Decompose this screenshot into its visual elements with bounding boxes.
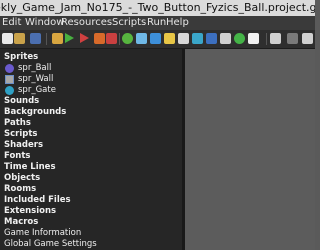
create-timeline-icon[interactable] <box>220 33 231 44</box>
help-icon[interactable] <box>302 33 313 44</box>
create-script-icon[interactable] <box>178 33 189 44</box>
toolbar-separator <box>119 33 120 45</box>
menu-help[interactable]: Help <box>166 16 189 30</box>
tree-folder-time-lines[interactable]: Time Lines <box>4 162 56 173</box>
menu-scripts[interactable]: Scripts <box>112 16 146 30</box>
global-settings-icon[interactable] <box>287 33 298 44</box>
window-title: ekly_Game_Jam_No175_-_Two_Button_Fyzics_… <box>0 1 315 14</box>
tree-folder-included-files[interactable]: Included Files <box>4 195 71 206</box>
tree-item-global-game-settings[interactable]: Global Game Settings <box>4 239 97 250</box>
stop-icon[interactable] <box>94 33 105 44</box>
toolbar-separator <box>46 33 47 45</box>
tree-folder-fonts[interactable]: Fonts <box>4 151 30 162</box>
tree-folder-backgrounds[interactable]: Backgrounds <box>4 107 66 118</box>
resource-tree: Sprites spr_Ball spr_Wall spr_Gate Sound… <box>0 49 182 250</box>
package-icon[interactable] <box>52 33 63 44</box>
menu-edit[interactable]: Edit <box>2 16 21 30</box>
create-background-icon[interactable] <box>150 33 161 44</box>
ball-sprite-icon <box>5 64 14 73</box>
gate-sprite-icon <box>5 86 14 95</box>
tree-item-spr-ball[interactable]: spr_Ball <box>18 63 51 74</box>
create-font-icon[interactable] <box>206 33 217 44</box>
menu-window[interactable]: Window <box>25 16 64 30</box>
wall-sprite-icon <box>5 75 14 84</box>
workspace-area <box>185 49 315 250</box>
clean-icon[interactable] <box>106 33 117 44</box>
tree-folder-shaders[interactable]: Shaders <box>4 140 43 151</box>
tree-folder-macros[interactable]: Macros <box>4 217 38 228</box>
tree-item-spr-gate[interactable]: spr_Gate <box>18 85 56 96</box>
new-project-icon[interactable] <box>2 33 13 44</box>
tree-folder-extensions[interactable]: Extensions <box>4 206 56 217</box>
create-shader-icon[interactable] <box>192 33 203 44</box>
create-object-icon[interactable] <box>234 33 245 44</box>
toolbar-separator <box>266 33 267 45</box>
menu-run[interactable]: Run <box>147 16 166 30</box>
debug-icon[interactable] <box>80 33 89 43</box>
create-path-icon[interactable] <box>164 33 175 44</box>
toolbar <box>0 30 315 49</box>
tree-folder-rooms[interactable]: Rooms <box>4 184 36 195</box>
create-sprite-icon[interactable] <box>122 33 133 44</box>
tree-item-spr-wall[interactable]: spr_Wall <box>18 74 53 85</box>
tree-folder-paths[interactable]: Paths <box>4 118 31 129</box>
game-information-icon[interactable] <box>270 33 281 44</box>
menu-bar: Edit Window Resources Scripts Run Help <box>0 16 315 30</box>
save-icon[interactable] <box>30 33 41 44</box>
open-project-icon[interactable] <box>14 33 25 44</box>
create-room-icon[interactable] <box>248 33 259 44</box>
tree-folder-objects[interactable]: Objects <box>4 173 40 184</box>
tree-folder-sounds[interactable]: Sounds <box>4 96 39 107</box>
menu-resources[interactable]: Resources <box>61 16 112 30</box>
window-titlebar: ekly_Game_Jam_No175_-_Two_Button_Fyzics_… <box>0 0 315 16</box>
tree-folder-sprites[interactable]: Sprites <box>4 52 38 63</box>
create-sound-icon[interactable] <box>136 33 147 44</box>
run-icon[interactable] <box>65 33 74 43</box>
tree-item-game-information[interactable]: Game Information <box>4 228 81 239</box>
tree-folder-scripts[interactable]: Scripts <box>4 129 37 140</box>
